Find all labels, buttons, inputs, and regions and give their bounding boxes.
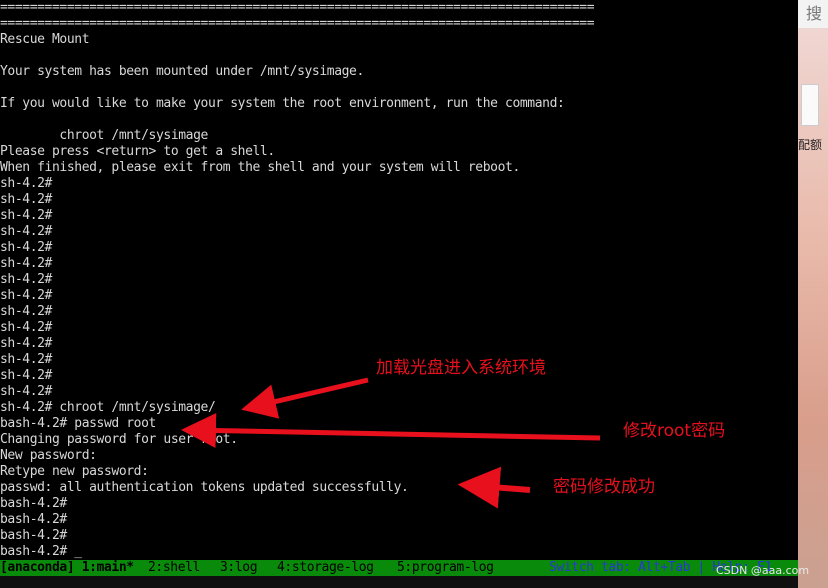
arrow-to-passwd bbox=[181, 413, 601, 449]
watermark: CSDN @aaa.com bbox=[716, 564, 810, 577]
annotation-success: 密码修改成功 bbox=[553, 477, 655, 497]
annotation-arrows bbox=[181, 377, 601, 509]
arrow-to-success bbox=[457, 466, 531, 509]
arrow-to-chroot bbox=[241, 377, 369, 419]
annotation-passwd: 修改root密码 bbox=[623, 421, 726, 441]
annotation-mount: 加载光盘进入系统环境 bbox=[376, 358, 546, 378]
